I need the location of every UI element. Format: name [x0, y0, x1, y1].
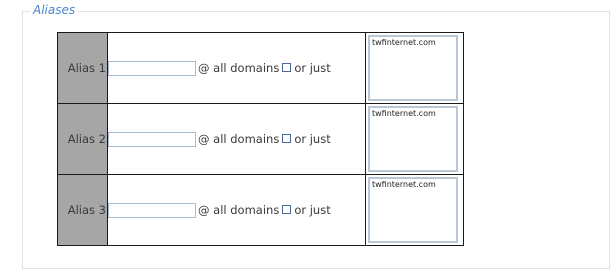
domain-listbox[interactable]: twfinternet.com	[368, 106, 458, 172]
all-domains-checkbox[interactable]	[282, 133, 292, 143]
domain-option[interactable]: twfinternet.com	[372, 109, 454, 119]
alias-label: Alias 3	[57, 174, 108, 246]
domain-cell: twfinternet.com	[365, 103, 464, 175]
all-domains-label: @ all domains	[198, 203, 280, 217]
all-domains-checkbox[interactable]	[282, 204, 292, 214]
alias-row: Alias 2 @ all domains or just twfinternet…	[57, 103, 464, 175]
all-domains-label: @ all domains	[198, 132, 280, 146]
domain-listbox[interactable]: twfinternet.com	[368, 35, 458, 101]
domain-option[interactable]: twfinternet.com	[372, 38, 454, 48]
alias-1-input[interactable]	[108, 60, 196, 76]
or-just-label: or just	[294, 60, 331, 75]
domain-cell: twfinternet.com	[365, 32, 464, 104]
alias-address-cell: @ all domains or just	[107, 32, 366, 104]
alias-label: Alias 1	[57, 32, 108, 104]
or-just-label: or just	[294, 131, 331, 146]
aliases-legend: Aliases	[30, 2, 79, 18]
all-domains-label: @ all domains	[198, 61, 280, 75]
alias-row: Alias 1 @ all domains or just twfinternet…	[57, 32, 464, 104]
domain-cell: twfinternet.com	[365, 174, 464, 246]
aliases-table: Alias 1 @ all domains or just twfinternet…	[57, 32, 464, 246]
alias-2-input[interactable]	[108, 131, 196, 147]
alias-row: Alias 3 @ all domains or just twfinternet…	[57, 174, 464, 246]
alias-label: Alias 2	[57, 103, 108, 175]
alias-address-cell: @ all domains or just	[107, 103, 366, 175]
domain-listbox[interactable]: twfinternet.com	[368, 177, 458, 243]
alias-address-cell: @ all domains or just	[107, 174, 366, 246]
or-just-label: or just	[294, 202, 331, 217]
all-domains-checkbox[interactable]	[282, 62, 292, 72]
alias-3-input[interactable]	[108, 202, 196, 218]
domain-option[interactable]: twfinternet.com	[372, 180, 454, 190]
